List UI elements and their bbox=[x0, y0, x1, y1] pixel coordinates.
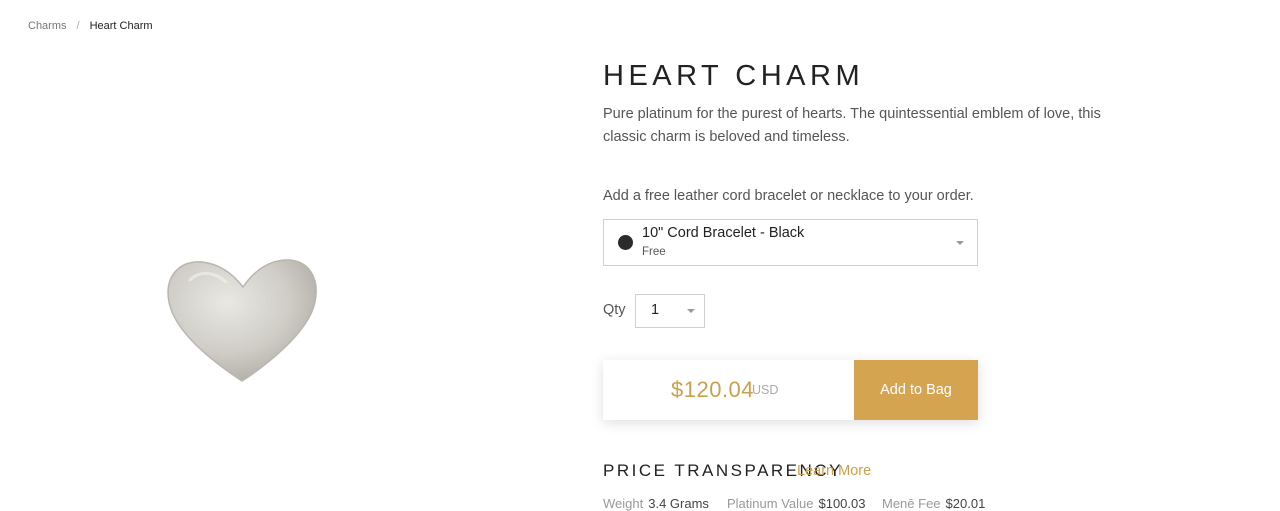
product-description: Pure platinum for the purest of hearts. … bbox=[603, 106, 1101, 145]
mene-fee-label: Menē Fee bbox=[882, 496, 941, 511]
add-to-bag-button[interactable]: Add to Bag bbox=[854, 360, 978, 420]
cord-option-select[interactable]: 10" Cord Bracelet - Black Free bbox=[603, 219, 978, 266]
breadcrumb: Charms / Heart Charm bbox=[28, 20, 153, 32]
chevron-down-icon bbox=[687, 309, 695, 313]
weight-label: Weight bbox=[603, 496, 644, 511]
purchase-box: $120.04 USD Add to Bag bbox=[603, 360, 978, 420]
learn-more-link[interactable]: Learn More bbox=[797, 463, 871, 479]
quantity-label: Qty bbox=[603, 302, 626, 318]
price-breakdown-weight: Weight 3.4 Grams bbox=[603, 496, 709, 511]
mene-fee-value: $20.01 bbox=[945, 496, 986, 511]
breadcrumb-link-charms[interactable]: Charms bbox=[28, 20, 67, 32]
cord-option-name: 10" Cord Bracelet - Black bbox=[642, 225, 805, 241]
breadcrumb-separator: / bbox=[76, 20, 80, 32]
cord-offer-label: Add a free leather cord bracelet or neck… bbox=[603, 188, 974, 204]
weight-value: 3.4 Grams bbox=[648, 496, 709, 511]
breadcrumb-current: Heart Charm bbox=[89, 20, 153, 32]
quantity-value: 1 bbox=[651, 302, 660, 318]
quantity-select[interactable]: 1 bbox=[635, 294, 705, 328]
platinum-value-value: $100.03 bbox=[818, 496, 866, 511]
black-swatch-icon bbox=[618, 235, 633, 250]
cord-option-price: Free bbox=[642, 246, 666, 258]
heart-charm-image bbox=[160, 250, 325, 390]
chevron-down-icon bbox=[956, 241, 964, 245]
price-breakdown-platinum-value: Platinum Value $100.03 bbox=[727, 496, 865, 511]
platinum-value-label: Platinum Value bbox=[727, 496, 814, 511]
product-title: HEART CHARM bbox=[603, 60, 865, 92]
price-breakdown-mene-fee: Menē Fee $20.01 bbox=[882, 496, 985, 511]
product-price: $120.04 bbox=[671, 377, 755, 402]
price-currency: USD bbox=[752, 383, 779, 397]
